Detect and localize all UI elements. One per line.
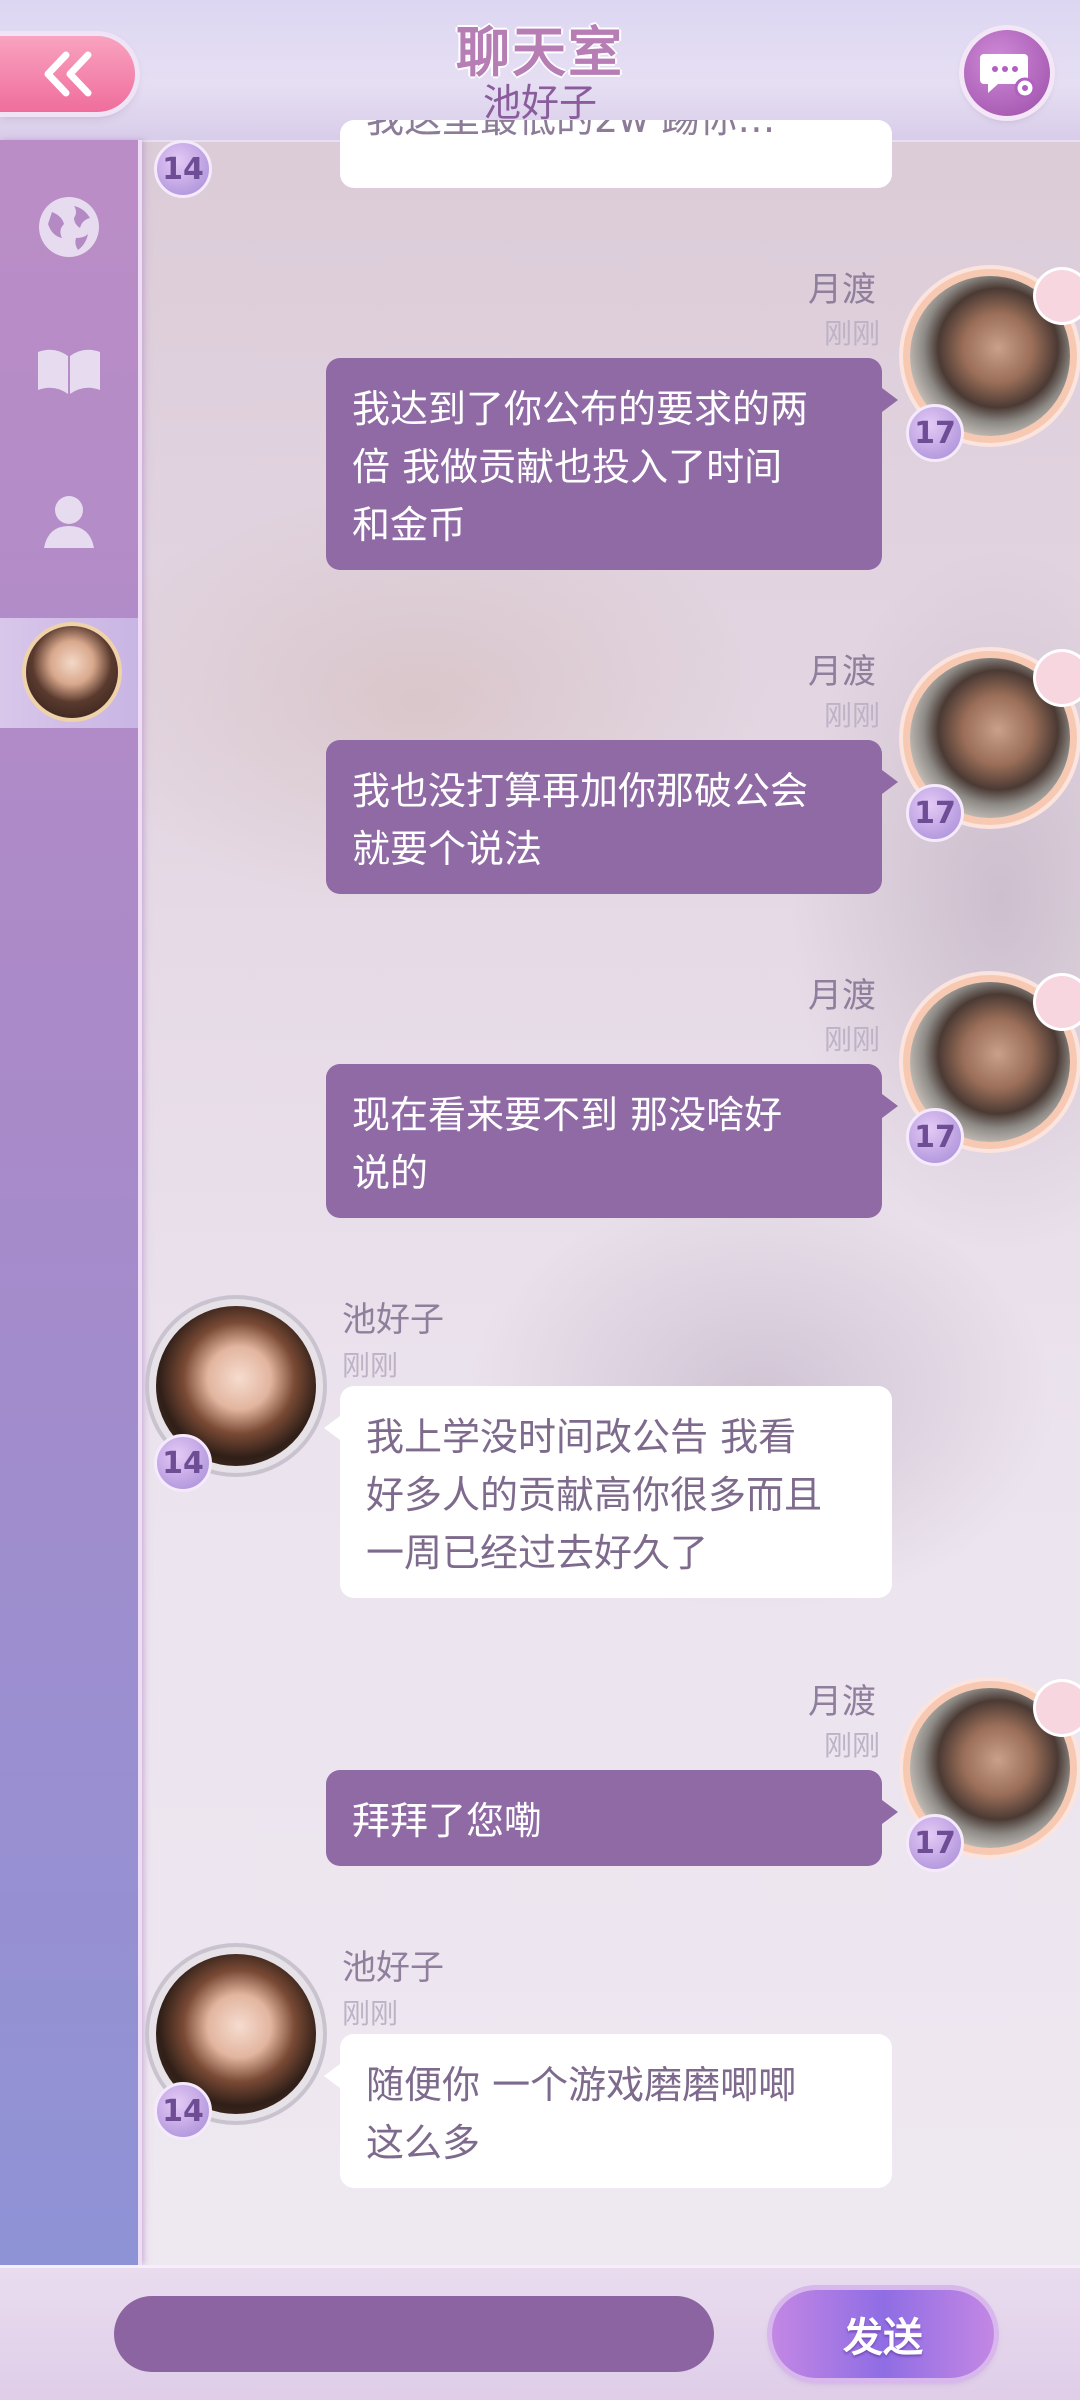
globe-icon — [39, 197, 99, 257]
user-level-badge: 17 — [906, 404, 964, 462]
person-icon — [44, 496, 94, 548]
message-line: 好多人的贡献高你很多而且 — [366, 1473, 823, 1517]
message-composer: 发送 — [0, 2265, 1080, 2400]
message-line: 这么多 — [366, 2121, 481, 2165]
send-button[interactable]: 发送 — [772, 2290, 994, 2378]
avatar — [26, 626, 118, 718]
message-time: 刚刚 — [342, 1349, 399, 1382]
chat-settings-button[interactable] — [964, 30, 1050, 116]
user-level-badge: 14 — [154, 2082, 212, 2140]
sender-name: 月渡 — [808, 1682, 876, 1722]
message-text: 我这里最低的2w 踢你… — [366, 120, 775, 141]
message-input[interactable] — [114, 2296, 714, 2372]
message-time: 刚刚 — [824, 699, 881, 732]
message-line: 我也没打算再加你那破公会 — [352, 769, 809, 813]
message-bubble-sent: 我达到了你公布的要求的两 倍 我做贡献也投入了时间 和金币 — [326, 358, 898, 570]
user-level-badge: 17 — [906, 1814, 964, 1872]
message-line: 现在看来要不到 那没啥好 — [352, 1093, 783, 1137]
message-line: 一周已经过去好久了 — [366, 1531, 709, 1575]
sender-name: 月渡 — [808, 976, 876, 1016]
message-line: 我上学没时间改公告 我看 — [366, 1415, 797, 1459]
message-bubble-sent: 现在看来要不到 那没啥好 说的 — [326, 1064, 898, 1218]
sender-name: 池好子 — [342, 1300, 444, 1340]
user-level-badge: 17 — [906, 784, 964, 842]
sender-name: 月渡 — [808, 270, 876, 310]
sidebar-item-private-chat[interactable] — [0, 618, 138, 728]
message-bubble-received: 随便你 一个游戏磨磨唧唧 这么多 — [324, 2034, 892, 2188]
sidebar-item-friends[interactable] — [34, 486, 104, 556]
sidebar-item-world[interactable] — [34, 192, 104, 262]
message-time: 刚刚 — [824, 1023, 881, 1056]
user-level-badge: 14 — [154, 1434, 212, 1492]
paw-decoration-icon — [1036, 270, 1080, 322]
sender-name: 月渡 — [808, 652, 876, 692]
chat-partner-name: 池好子 — [482, 81, 597, 125]
sidebar — [0, 140, 142, 2265]
message-line: 我达到了你公布的要求的两 — [352, 387, 809, 431]
book-icon — [38, 349, 100, 394]
message-bubble-sent: 拜拜了您嘞 — [326, 1770, 898, 1866]
paw-decoration-icon — [1036, 652, 1080, 704]
message-bubble-sent: 我也没打算再加你那破公会 就要个说法 — [326, 740, 898, 894]
message-line: 说的 — [352, 1151, 429, 1195]
message-time: 刚刚 — [342, 1997, 399, 2030]
user-level-badge: 17 — [906, 1108, 964, 1166]
message-bubble-partial: 我这里最低的2w 踢你… — [340, 120, 892, 188]
sidebar-item-guide[interactable] — [34, 336, 104, 406]
message-time: 刚刚 — [824, 1729, 881, 1762]
message-line: 拜拜了您嘞 — [352, 1799, 543, 1843]
paw-decoration-icon — [1036, 976, 1080, 1028]
sender-name: 池好子 — [342, 1948, 444, 1988]
paw-decoration-icon — [1036, 1682, 1080, 1734]
message-line: 就要个说法 — [352, 827, 543, 871]
chat-settings-icon — [980, 54, 1036, 99]
message-line: 倍 我做贡献也投入了时间 — [352, 445, 783, 489]
message-time: 刚刚 — [824, 317, 881, 350]
message-line: 和金币 — [352, 503, 467, 547]
message-line: 随便你 一个游戏磨磨唧唧 — [366, 2063, 797, 2107]
user-level-badge: 14 — [154, 140, 212, 198]
message-bubble-received: 我上学没时间改公告 我看 好多人的贡献高你很多而且 一周已经过去好久了 — [324, 1386, 892, 1598]
